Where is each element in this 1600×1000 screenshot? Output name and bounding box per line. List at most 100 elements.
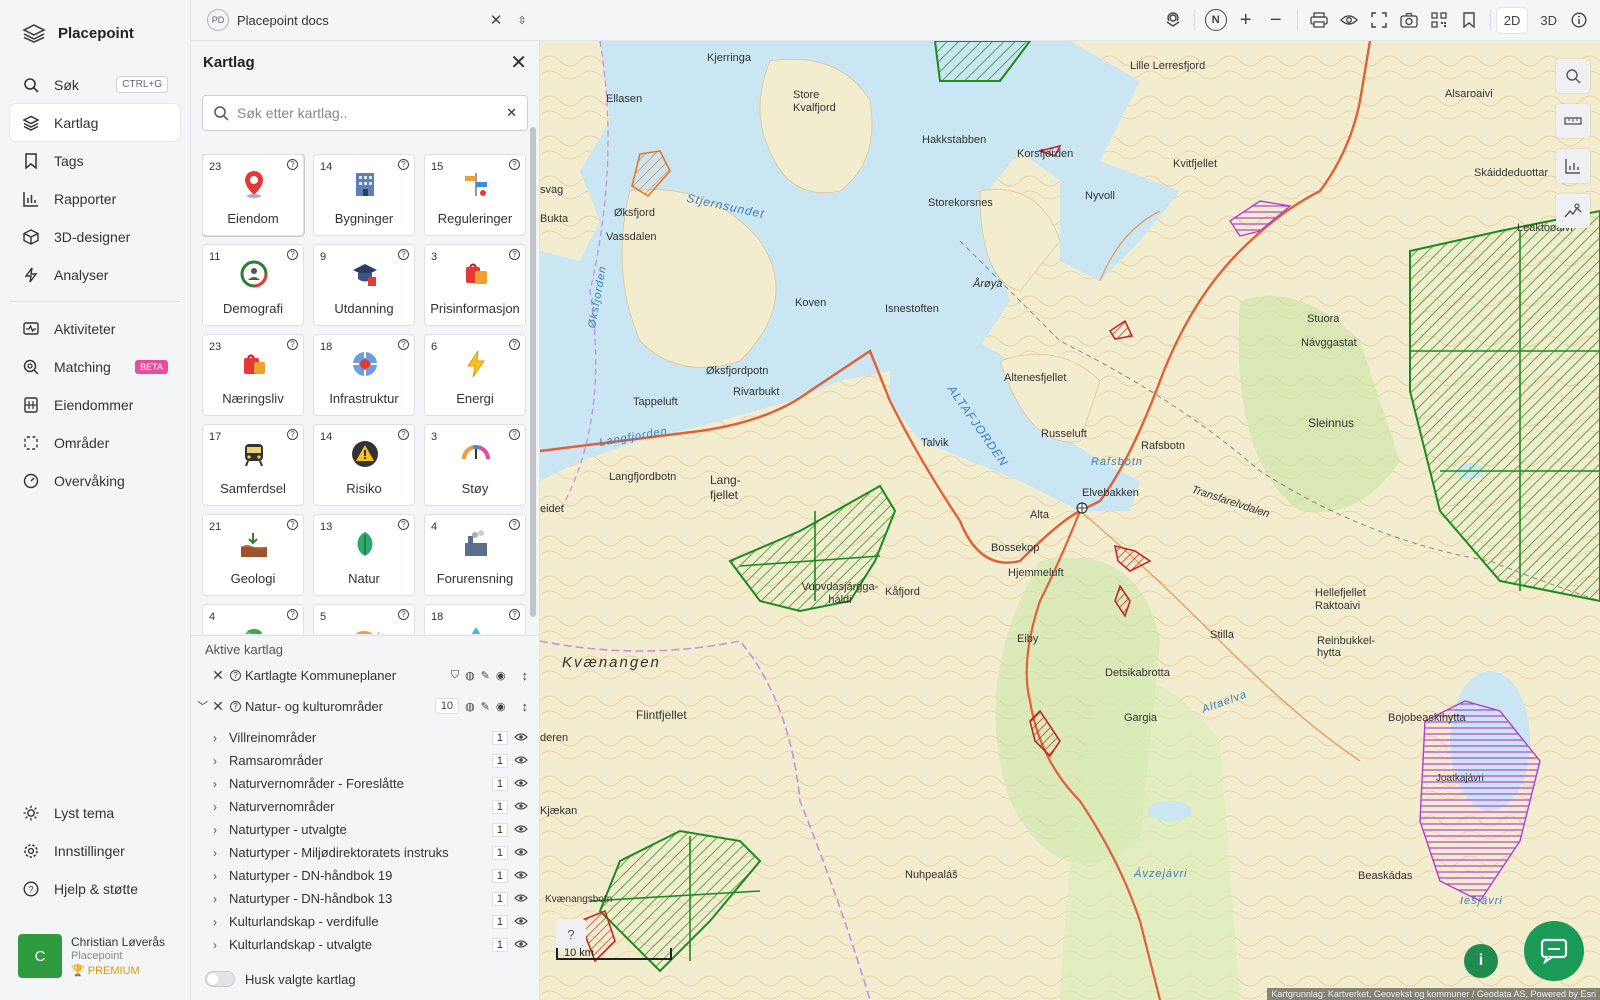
elevation-profile-icon[interactable]	[1556, 194, 1590, 228]
category-tile[interactable]: 4?	[202, 604, 304, 634]
compass-north-button[interactable]: N	[1201, 5, 1231, 35]
chevron-right-icon[interactable]: ›	[213, 892, 229, 906]
palette-icon[interactable]: ◍	[465, 700, 475, 713]
sublayer-row[interactable]: › Naturtyper - DN-håndbok 19 1	[191, 864, 540, 887]
help-icon[interactable]: ?	[230, 669, 241, 681]
scrollbar-thumb[interactable]	[530, 127, 536, 617]
visibility-eye-icon[interactable]	[514, 753, 528, 768]
category-tile[interactable]: 23? Eiendom	[202, 154, 304, 236]
sublayer-row[interactable]: › Naturvernområder 1	[191, 795, 540, 818]
chevron-updown-icon[interactable]: ⇳	[513, 5, 531, 35]
nav-item-sok[interactable]: Søk CTRL+G	[10, 66, 180, 103]
chevron-right-icon[interactable]: ›	[213, 869, 229, 883]
category-tile[interactable]: 9? Utdanning	[313, 244, 415, 326]
remove-layer-icon[interactable]: ✕	[211, 667, 225, 684]
category-tile[interactable]: 4? Forurensning	[424, 514, 526, 596]
visibility-eye-icon[interactable]: ◉	[496, 700, 506, 713]
sublayer-row[interactable]: › Ramsarområder 1	[191, 749, 540, 772]
mode-3d-button[interactable]: 3D	[1533, 8, 1564, 33]
category-tile[interactable]: 5?	[313, 604, 415, 634]
chevron-right-icon[interactable]: ›	[213, 823, 229, 837]
help-icon[interactable]: ?	[287, 249, 298, 260]
remember-layers-toggle[interactable]	[205, 971, 235, 987]
help-icon[interactable]: ?	[398, 609, 409, 620]
filter-icon[interactable]: ⛉	[451, 669, 459, 682]
info-icon[interactable]	[1564, 5, 1594, 35]
visibility-eye-icon[interactable]	[514, 845, 528, 860]
nav-item-rapporter[interactable]: Rapporter	[10, 180, 180, 217]
category-tile[interactable]: 14? Bygninger	[313, 154, 415, 236]
drag-handle-icon[interactable]: ↕	[522, 699, 529, 714]
camera-icon[interactable]	[1394, 5, 1424, 35]
eye-icon[interactable]	[1334, 5, 1364, 35]
map-help-button[interactable]: ?	[556, 919, 586, 949]
sublayer-row[interactable]: › Kulturlandskap - verdifulle 1	[191, 910, 540, 933]
chevron-right-icon[interactable]: ›	[213, 731, 229, 745]
category-tile[interactable]: 17? Samferdsel	[202, 424, 304, 506]
category-tile[interactable]: 6? Energi	[424, 334, 526, 416]
help-icon[interactable]: ?	[509, 159, 520, 170]
chevron-right-icon[interactable]: ›	[213, 915, 229, 929]
category-tile[interactable]: 18? Infrastruktur	[313, 334, 415, 416]
active-layer-group[interactable]: ﹀ ✕ ? Natur- og kulturområder 10 ◍ ✎ ◉ ↕	[191, 692, 540, 720]
chart-tool-icon[interactable]	[1556, 149, 1590, 183]
help-icon[interactable]: ?	[509, 339, 520, 350]
brand[interactable]: Placepoint	[0, 0, 190, 66]
visibility-eye-icon[interactable]	[514, 891, 528, 906]
category-tile[interactable]: 23? Næringsliv	[202, 334, 304, 416]
clear-search-icon[interactable]: ✕	[506, 105, 517, 121]
sublayer-row[interactable]: › Naturtyper - DN-håndbok 13 1	[191, 887, 540, 910]
nav-item-analyser[interactable]: Analyser	[10, 256, 180, 293]
fullscreen-icon[interactable]	[1364, 5, 1394, 35]
edit-icon[interactable]: ✎	[481, 669, 490, 682]
category-tile[interactable]: 3? Prisinformasjon	[424, 244, 526, 326]
nav-item-hjelp[interactable]: ? Hjelp & støtte	[10, 870, 180, 907]
category-tile[interactable]: 13? Natur	[313, 514, 415, 596]
zoom-in-button[interactable]: +	[1231, 5, 1261, 35]
chevron-right-icon[interactable]: ›	[213, 777, 229, 791]
map-view[interactable]: Kjerringa Ellasen Store Kvalfjord Hakkst…	[540, 41, 1600, 1000]
drag-handle-icon[interactable]: ↕	[522, 668, 529, 683]
map-info-button[interactable]: i	[1464, 944, 1498, 978]
help-icon[interactable]: ?	[398, 519, 409, 530]
help-icon[interactable]: ?	[509, 609, 520, 620]
sublayer-row[interactable]: › Naturvernområder - Foreslåtte 1	[191, 772, 540, 795]
mode-2d-button[interactable]: 2D	[1496, 7, 1528, 33]
help-icon[interactable]: ?	[509, 519, 520, 530]
active-layer-group[interactable]: ✕ ? Kartlagte Kommuneplaner ⛉ ◍ ✎ ◉ ↕	[191, 661, 540, 689]
zoom-out-button[interactable]: −	[1261, 5, 1291, 35]
help-icon[interactable]: ?	[398, 159, 409, 170]
visibility-eye-icon[interactable]	[514, 914, 528, 929]
nav-item-tags[interactable]: Tags	[10, 142, 180, 179]
help-icon[interactable]: ?	[398, 429, 409, 440]
map-pin-layers-icon[interactable]	[1158, 5, 1188, 35]
nav-item-overvaking[interactable]: Overvåking	[10, 462, 180, 499]
close-panel-icon[interactable]: ✕	[510, 50, 527, 75]
visibility-eye-icon[interactable]	[514, 799, 528, 814]
user-profile[interactable]: C Christian Løverås Placepoint 🏆 PREMIUM	[10, 928, 182, 984]
sublayer-row[interactable]: › Naturtyper - Miljødirektoratets instruk…	[191, 841, 540, 864]
nav-item-omrader[interactable]: Områder	[10, 424, 180, 461]
chevron-right-icon[interactable]: ›	[213, 846, 229, 860]
visibility-eye-icon[interactable]	[514, 776, 528, 791]
nav-item-3d-designer[interactable]: 3D-designer	[10, 218, 180, 255]
category-tile[interactable]: 3? Støy	[424, 424, 526, 506]
chat-support-button[interactable]	[1524, 921, 1584, 981]
category-tile[interactable]: 11? Demografi	[202, 244, 304, 326]
help-icon[interactable]: ?	[509, 429, 520, 440]
help-icon[interactable]: ?	[287, 159, 298, 170]
chevron-right-icon[interactable]: ›	[213, 800, 229, 814]
nav-item-innstillinger[interactable]: Innstillinger	[10, 832, 180, 869]
visibility-eye-icon[interactable]	[514, 822, 528, 837]
close-icon[interactable]: ✕	[487, 5, 505, 35]
help-icon[interactable]: ?	[230, 700, 241, 712]
category-tile[interactable]: 14? Risiko	[313, 424, 415, 506]
nav-item-aktiviteter[interactable]: Aktiviteter	[10, 310, 180, 347]
sublayer-row[interactable]: › Villreinområder 1	[191, 726, 540, 749]
sublayer-row[interactable]: › Naturtyper - utvalgte 1	[191, 818, 540, 841]
palette-icon[interactable]: ◍	[465, 669, 475, 682]
help-icon[interactable]: ?	[398, 249, 409, 260]
workspace-selector[interactable]: PD Placepoint docs ✕ ⇳	[191, 5, 531, 35]
visibility-eye-icon[interactable]	[514, 730, 528, 745]
edit-icon[interactable]: ✎	[481, 700, 490, 713]
